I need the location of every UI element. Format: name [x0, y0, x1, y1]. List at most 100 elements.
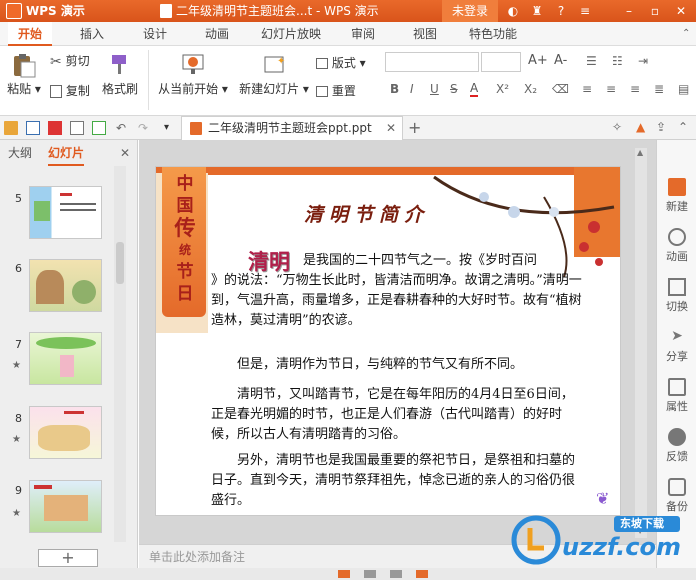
login-button[interactable]: 未登录 — [442, 0, 498, 22]
right-share-button[interactable]: ➤ 分享 — [657, 328, 696, 364]
view-normal-icon[interactable] — [338, 570, 350, 578]
status-bar — [0, 568, 696, 580]
slide-thumbnail-9[interactable] — [29, 480, 102, 533]
align-left-icon[interactable]: ≡ — [582, 82, 592, 96]
from-current-button[interactable]: 从当前开始 ▾ — [158, 52, 228, 97]
view-sorter-icon[interactable] — [364, 570, 376, 578]
title-bar: WPS 演示 二年级清明节主题班会...t - WPS 演示 未登录 ◐ ♜ ?… — [0, 0, 696, 22]
slide-thumbnail-7[interactable] — [29, 332, 102, 385]
more-icon[interactable]: ⌃ — [678, 120, 688, 134]
tab-outline[interactable]: 大纲 — [8, 140, 32, 166]
tab-slides[interactable]: 幻灯片 — [48, 140, 85, 166]
right-new-button[interactable]: 新建 — [657, 178, 696, 214]
watermark-sub: 东坡下载 — [620, 517, 664, 530]
bullet-list-icon[interactable]: ☰ — [586, 54, 597, 68]
view-reading-icon[interactable] — [390, 570, 402, 578]
redo-icon[interactable]: ↷ — [138, 121, 152, 135]
font-color-button[interactable]: A — [470, 82, 479, 97]
menu-view[interactable]: 视图 — [413, 22, 437, 46]
right-properties-button[interactable]: 属性 — [657, 378, 696, 414]
italic-button[interactable]: I — [410, 82, 414, 96]
share-small-icon[interactable]: ⇪ — [656, 120, 666, 134]
brush-icon — [112, 55, 126, 74]
collapse-ribbon-icon[interactable]: ⌃ — [682, 28, 690, 39]
app-logo[interactable]: WPS 演示 — [4, 0, 85, 22]
print-icon[interactable] — [70, 121, 84, 135]
document-tab[interactable]: 二年级清明节主题班会ppt.ppt ✕ — [181, 116, 403, 140]
strike-button[interactable]: S — [450, 82, 458, 96]
underline-button[interactable]: U — [430, 82, 439, 96]
preview-icon[interactable] — [92, 121, 106, 135]
help-icon[interactable]: ? — [554, 4, 568, 18]
export-pdf-icon[interactable] — [48, 121, 62, 135]
save-icon[interactable] — [26, 121, 40, 135]
skin-orange-icon[interactable]: ▲ — [636, 120, 645, 134]
new-slide-button[interactable]: ✦ 新建幻灯片 ▾ — [238, 52, 310, 97]
undo-icon[interactable]: ↶ — [116, 121, 130, 135]
current-slide[interactable]: 中 国 传 统 节 日 清明节简介 清明 是我国的二十四节气之一。按《岁时百问 … — [155, 166, 621, 516]
divider — [148, 50, 149, 110]
paste-button[interactable]: 粘贴 ▾ — [6, 52, 42, 97]
panel-close-icon[interactable]: ✕ — [120, 140, 130, 166]
slide-title: 清明节简介 — [304, 204, 430, 226]
paragraph-2: 但是，清明作为节日，与纯粹的节气又有所不同。 — [237, 357, 524, 372]
open-folder-icon[interactable] — [4, 121, 18, 135]
tab-close-icon[interactable]: ✕ — [386, 117, 396, 139]
cut-button[interactable]: ✂ 剪切 — [50, 52, 90, 70]
right-animation-button[interactable]: 动画 — [657, 228, 696, 264]
fullscreen-icon[interactable]: ✧ — [612, 120, 622, 134]
new-icon — [668, 178, 686, 196]
bold-button[interactable]: B — [390, 82, 399, 96]
number-list-icon[interactable]: ☷ — [612, 54, 623, 68]
layout-button[interactable]: 版式 ▾ — [316, 54, 366, 71]
customize-icon[interactable]: ▾ — [164, 121, 178, 135]
superscript-button[interactable]: X² — [496, 82, 509, 96]
menu-start[interactable]: 开始 — [8, 22, 52, 46]
banner-text: 中 国 传 统 节 日 — [170, 173, 200, 305]
minimize-icon[interactable]: – — [622, 4, 636, 18]
font-size-combo[interactable] — [481, 52, 521, 72]
justify-icon[interactable]: ≣ — [654, 82, 664, 96]
view-slideshow-icon[interactable] — [416, 570, 428, 578]
indent-icon[interactable]: ⇥ — [638, 54, 648, 68]
left-panel: 大纲 幻灯片 ✕ 5 6 7 ★ 8 ★ 9 ★ + — [0, 140, 138, 568]
distribute-icon[interactable]: ▤ — [678, 82, 689, 96]
menu-icon[interactable]: ≡ — [578, 4, 592, 18]
new-tab-icon[interactable]: + — [408, 118, 421, 137]
menu-animation[interactable]: 动画 — [205, 22, 229, 46]
menu-review[interactable]: 审阅 — [351, 22, 375, 46]
font-name-combo[interactable] — [385, 52, 479, 72]
thumb-title — [60, 193, 72, 196]
right-transition-button[interactable]: 切换 — [657, 278, 696, 314]
ribbon: 粘贴 ▾ ✂ 剪切 复制 格式刷 从当前开始 ▾ ✦ 新建幻灯片 ▾ 版式 ▾ … — [0, 46, 696, 116]
menu-slideshow[interactable]: 幻灯片放映 — [261, 22, 321, 46]
editor-scrollbar[interactable]: ▲ ▼ — [635, 148, 647, 538]
paragraph-1-first-line: 是我国的二十四节气之一。按《岁时百问 — [303, 253, 538, 268]
shirt-icon[interactable]: ♜ — [530, 4, 544, 18]
align-right-icon[interactable]: ≡ — [630, 82, 640, 96]
slide-thumbnail-8[interactable] — [29, 406, 102, 459]
add-slide-button[interactable]: + — [38, 549, 98, 567]
menu-design[interactable]: 设计 — [143, 22, 167, 46]
thumb-image — [38, 425, 90, 451]
copy-button[interactable]: 复制 — [50, 82, 90, 99]
right-feedback-label: 反馈 — [666, 450, 688, 463]
subscript-button[interactable]: X₂ — [524, 82, 537, 96]
reset-button[interactable]: 重置 — [316, 82, 356, 99]
format-painter-button[interactable]: 格式刷 — [102, 52, 138, 97]
animation-icon — [668, 228, 686, 246]
grow-font-button[interactable]: A+ — [528, 53, 548, 68]
slide-number: 5 — [15, 192, 22, 205]
maximize-icon[interactable]: ▫ — [648, 4, 662, 18]
shrink-font-button[interactable]: A- — [554, 53, 567, 68]
close-icon[interactable]: ✕ — [674, 4, 688, 18]
skin-icon[interactable]: ◐ — [506, 4, 520, 18]
align-center-icon[interactable]: ≡ — [606, 82, 616, 96]
right-feedback-button[interactable]: 反馈 — [657, 428, 696, 464]
clear-format-icon[interactable]: ⌫ — [552, 82, 569, 96]
scroll-up-icon[interactable]: ▲ — [637, 148, 643, 157]
slide-thumbnail-6[interactable] — [29, 259, 102, 312]
menu-insert[interactable]: 插入 — [80, 22, 104, 46]
menu-features[interactable]: 特色功能 — [469, 22, 517, 46]
slide-thumbnail-5[interactable] — [29, 186, 102, 239]
